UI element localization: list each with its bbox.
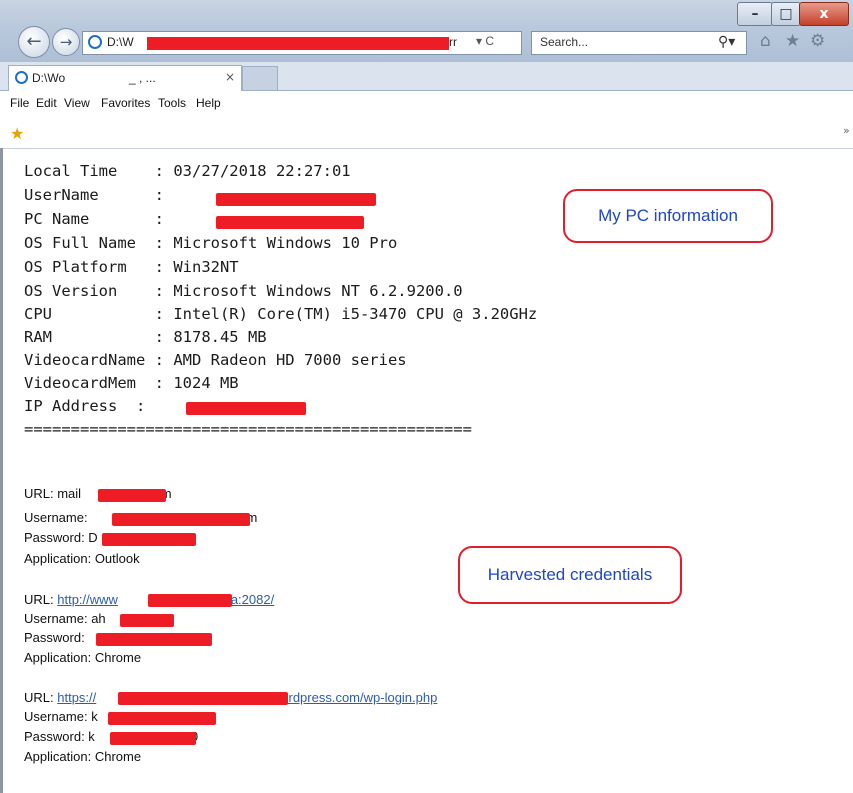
window-left-edge (0, 148, 3, 793)
tab-title-suffix: _ , ... (129, 71, 156, 85)
menu-favorites[interactable]: Favorites (101, 96, 150, 110)
cred-3-username: Username: k (24, 709, 98, 724)
menu-tools[interactable]: Tools (158, 96, 186, 110)
separator-line: ========================================… (24, 420, 472, 438)
cred-3-password-redaction (110, 732, 196, 745)
address-bar[interactable]: D:\W rr ▾ C (82, 31, 522, 55)
close-icon: x (819, 6, 829, 22)
search-placeholder: Search... (540, 35, 589, 49)
search-icon[interactable]: ⚲▾ (718, 34, 735, 50)
maximize-icon: □ (779, 6, 793, 22)
back-button[interactable]: ← (18, 26, 50, 58)
minimize-button[interactable]: – (737, 2, 773, 26)
menu-edit[interactable]: Edit (36, 96, 57, 110)
pc-info-local-time: Local Time : 03/27/2018 22:27:01 (24, 162, 351, 180)
cred-1-password-redaction (102, 533, 196, 546)
address-text: D:\W (107, 35, 134, 49)
cred-2-password-redaction (96, 633, 212, 646)
new-tab-button[interactable] (242, 66, 278, 90)
tab-close-icon[interactable]: × (225, 70, 235, 84)
pc-info-os-platform: OS Platform : Win32NT (24, 258, 239, 276)
close-button[interactable]: x (799, 2, 849, 26)
gear-icon[interactable]: ⚙ (810, 31, 825, 51)
pc-info-ip-address: IP Address : (24, 397, 146, 415)
back-arrow-icon: ← (26, 31, 42, 52)
pc-info-ram: RAM : 8178.45 MB (24, 328, 267, 346)
search-input[interactable]: Search... ⚲▾ (531, 31, 747, 55)
cred-1-application: Application: Outlook (24, 551, 140, 566)
cred-2-url-redaction (148, 594, 232, 607)
star-icon[interactable]: ★ (785, 31, 800, 51)
ie-page-icon (88, 35, 102, 49)
minimize-icon: – (751, 6, 759, 22)
tab-active[interactable]: D:\Wo _ , ... × (8, 65, 242, 91)
pc-info-os-version: OS Version : Microsoft Windows NT 6.2.92… (24, 282, 463, 300)
tab-title: D:\Wo (32, 71, 66, 85)
forward-arrow-icon: → (59, 33, 73, 51)
cred-3-url-redaction (118, 692, 288, 705)
chevron-right-icon[interactable]: » (843, 124, 850, 137)
favorites-bar (0, 118, 853, 149)
menu-help[interactable]: Help (196, 96, 221, 110)
menu-view[interactable]: View (64, 96, 90, 110)
forward-button[interactable]: → (52, 28, 80, 56)
address-redaction (147, 37, 449, 50)
menu-file[interactable]: File (10, 96, 29, 110)
address-tail: rr (449, 35, 457, 49)
add-favorite-icon[interactable]: ★ (10, 124, 24, 143)
cred-2-password: Password: (24, 630, 85, 645)
address-dropdown-refresh[interactable]: ▾ C (476, 34, 494, 48)
pc-info-cpu: CPU : Intel(R) Core(TM) i5-3470 CPU @ 3.… (24, 305, 538, 323)
pc-info-pc-name: PC Name : (24, 210, 164, 228)
pc-info-username: UserName : (24, 186, 164, 204)
harvested-credentials-callout: Harvested credentials (458, 546, 682, 604)
pc-info-os-full-name: OS Full Name : Microsoft Windows 10 Pro (24, 234, 398, 252)
cred-1-username-redaction (112, 513, 250, 526)
cred-3-application: Application: Chrome (24, 749, 142, 764)
ie-tab-icon (15, 71, 28, 84)
pc-information-callout: My PC information (563, 189, 773, 243)
cred-1-url-redaction (98, 489, 166, 502)
pc-info-videocard-name: VideocardName : AMD Radeon HD 7000 serie… (24, 351, 407, 369)
ip-address-redaction (186, 402, 306, 415)
home-icon[interactable]: ⌂ (760, 31, 771, 51)
pc-name-redaction (216, 216, 364, 229)
cred-2-application: Application: Chrome (24, 650, 142, 665)
maximize-button[interactable]: □ (771, 2, 801, 26)
username-redaction (216, 193, 376, 206)
cred-2-username-redaction (120, 614, 174, 627)
cred-2-username: Username: ah (24, 611, 106, 626)
cred-3-username-redaction (108, 712, 216, 725)
pc-info-videocard-mem: VideocardMem : 1024 MB (24, 374, 239, 392)
